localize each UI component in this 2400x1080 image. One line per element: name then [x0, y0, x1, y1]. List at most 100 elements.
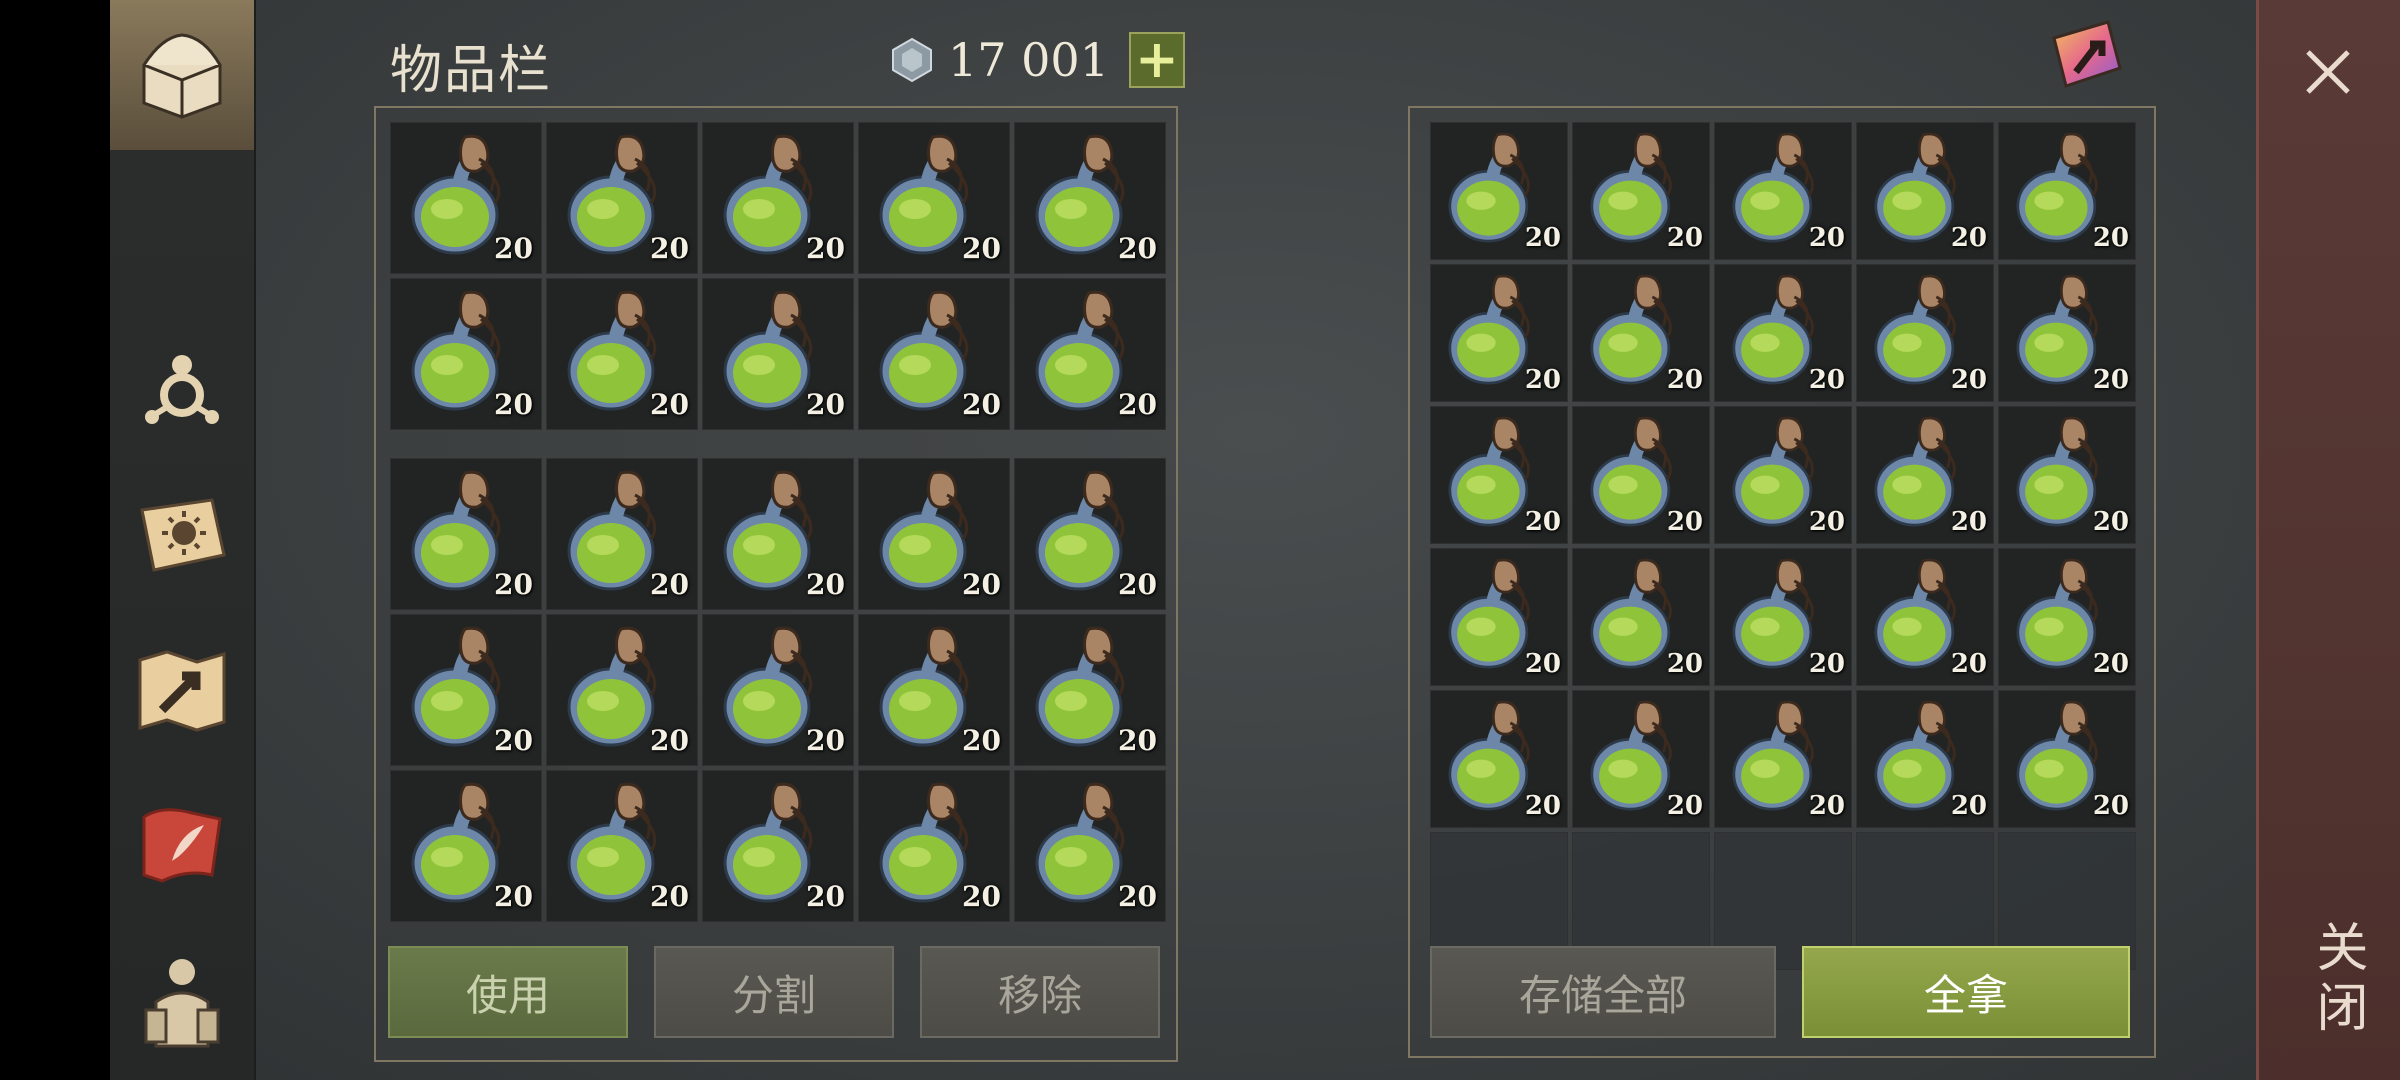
- item-slot[interactable]: 20: [546, 614, 698, 766]
- storage-grid: 20 20 20 20 20 20 20 20 20 20 20 20 20 2…: [1430, 122, 2136, 970]
- item-quantity: 20: [1808, 507, 1845, 537]
- item-slot[interactable]: 20: [1856, 122, 1994, 260]
- sort-icon[interactable]: [2046, 14, 2126, 94]
- item-quantity: 20: [1524, 223, 1561, 253]
- item-slot[interactable]: 20: [390, 122, 542, 274]
- item-slot[interactable]: 20: [546, 278, 698, 430]
- item-quantity: 20: [962, 568, 1001, 601]
- item-quantity: 20: [1666, 223, 1703, 253]
- item-quantity: 20: [1118, 388, 1157, 421]
- item-slot[interactable]: 20: [1998, 264, 2136, 402]
- close-label[interactable]: 关闭: [2300, 920, 2375, 1040]
- item-slot[interactable]: 20: [1430, 264, 1568, 402]
- item-slot[interactable]: 20: [1714, 548, 1852, 686]
- item-slot[interactable]: 20: [390, 458, 542, 610]
- close-panel[interactable]: [2256, 0, 2400, 1080]
- item-quantity: 20: [2092, 507, 2129, 537]
- close-icon[interactable]: [2300, 44, 2356, 100]
- item-quantity: 20: [1808, 365, 1845, 395]
- map-icon: [138, 650, 226, 732]
- item-slot[interactable]: 20: [1572, 122, 1710, 260]
- item-quantity: 20: [1950, 791, 1987, 821]
- item-quantity: 20: [1524, 507, 1561, 537]
- item-slot[interactable]: 20: [1856, 690, 1994, 828]
- item-quantity: 20: [1808, 791, 1845, 821]
- item-slot[interactable]: 20: [1430, 690, 1568, 828]
- take-all-button[interactable]: 全拿: [1802, 946, 2130, 1038]
- nav-tab-journal[interactable]: [110, 460, 254, 610]
- item-slot[interactable]: 20: [1998, 122, 2136, 260]
- item-quantity: 20: [1666, 507, 1703, 537]
- item-slot[interactable]: 20: [1430, 122, 1568, 260]
- item-slot[interactable]: 20: [1572, 264, 1710, 402]
- currency-display: 17 001 +: [888, 30, 1185, 90]
- item-slot[interactable]: 20: [1572, 690, 1710, 828]
- item-slot[interactable]: 20: [858, 770, 1010, 922]
- item-quantity: 20: [806, 724, 845, 757]
- nav-tab-quests[interactable]: [110, 770, 254, 920]
- item-slot[interactable]: 20: [1014, 278, 1166, 430]
- store-all-button[interactable]: 存储全部: [1430, 946, 1776, 1038]
- item-slot[interactable]: 20: [1998, 548, 2136, 686]
- remove-button[interactable]: 移除: [920, 946, 1160, 1038]
- item-slot[interactable]: 20: [702, 614, 854, 766]
- item-slot[interactable]: 20: [1572, 548, 1710, 686]
- item-slot[interactable]: 20: [1998, 690, 2136, 828]
- item-slot[interactable]: 20: [702, 122, 854, 274]
- item-quantity: 20: [1524, 649, 1561, 679]
- item-quantity: 20: [962, 388, 1001, 421]
- item-quantity: 20: [806, 232, 845, 265]
- add-currency-button[interactable]: +: [1128, 32, 1185, 88]
- item-slot[interactable]: 20: [702, 458, 854, 610]
- nav-tab-character[interactable]: [110, 925, 254, 1075]
- split-button[interactable]: 分割: [654, 946, 894, 1038]
- item-quantity: 20: [494, 724, 533, 757]
- nav-tab-map[interactable]: [110, 615, 254, 765]
- item-slot[interactable]: 20: [390, 614, 542, 766]
- item-slot[interactable]: 20: [858, 614, 1010, 766]
- item-slot[interactable]: 20: [1714, 264, 1852, 402]
- item-quantity: 20: [1118, 568, 1157, 601]
- item-quantity: 20: [494, 880, 533, 913]
- item-slot[interactable]: 20: [858, 122, 1010, 274]
- item-slot[interactable]: 20: [546, 458, 698, 610]
- item-quantity: 20: [650, 724, 689, 757]
- item-quantity: 20: [1808, 649, 1845, 679]
- side-nav: [110, 0, 256, 1080]
- item-slot[interactable]: 20: [546, 122, 698, 274]
- item-slot[interactable]: 20: [1714, 690, 1852, 828]
- item-slot[interactable]: 20: [1014, 122, 1166, 274]
- item-slot[interactable]: 20: [1714, 122, 1852, 260]
- item-quantity: 20: [1524, 791, 1561, 821]
- item-slot[interactable]: 20: [1014, 770, 1166, 922]
- item-slot[interactable]: 20: [858, 458, 1010, 610]
- item-slot[interactable]: 20: [1998, 406, 2136, 544]
- item-slot[interactable]: 20: [1430, 406, 1568, 544]
- nav-tab-skills[interactable]: [110, 310, 254, 460]
- item-slot[interactable]: 20: [390, 278, 542, 430]
- item-slot[interactable]: 20: [390, 770, 542, 922]
- item-slot[interactable]: 20: [1856, 264, 1994, 402]
- item-slot[interactable]: 20: [702, 278, 854, 430]
- item-quantity: 20: [1950, 649, 1987, 679]
- item-quantity: 20: [2092, 791, 2129, 821]
- item-quantity: 20: [650, 568, 689, 601]
- item-slot[interactable]: 20: [546, 770, 698, 922]
- use-button[interactable]: 使用: [388, 946, 628, 1038]
- item-slot[interactable]: 20: [1430, 548, 1568, 686]
- item-slot[interactable]: 20: [702, 770, 854, 922]
- item-slot[interactable]: 20: [1014, 614, 1166, 766]
- item-slot[interactable]: 20: [858, 278, 1010, 430]
- item-slot[interactable]: 20: [1714, 406, 1852, 544]
- item-slot[interactable]: 20: [1014, 458, 1166, 610]
- item-slot[interactable]: 20: [1572, 406, 1710, 544]
- currency-value: 17 001: [948, 33, 1109, 87]
- inventory-grid-top: 20 20 20 20 20 20 20 20 20 20: [390, 122, 1166, 430]
- nav-tab-storage[interactable]: [110, 0, 254, 150]
- item-slot[interactable]: 20: [1856, 406, 1994, 544]
- chest-icon: [142, 33, 222, 119]
- item-slot[interactable]: 20: [1856, 548, 1994, 686]
- item-quantity: 20: [1950, 223, 1987, 253]
- sun-book-icon: [140, 498, 226, 572]
- item-quantity: 20: [806, 880, 845, 913]
